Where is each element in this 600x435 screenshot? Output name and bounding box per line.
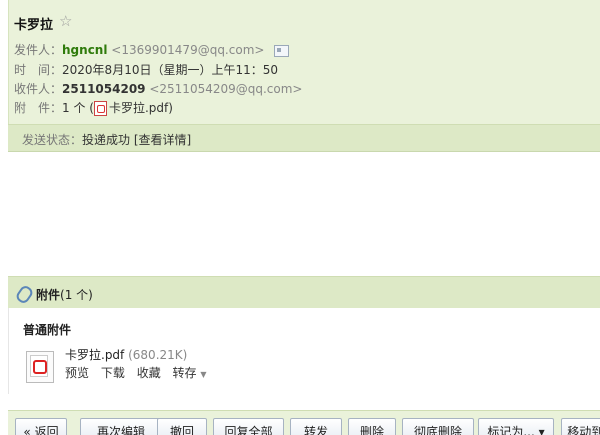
to-row: 收件人：2511054209 <2511054209@qq.com> xyxy=(14,80,302,97)
edit-again-button[interactable]: 再次编辑 xyxy=(80,418,162,435)
save-to-link[interactable]: 转存 ▼ xyxy=(173,366,207,380)
preview-link[interactable]: 预览 xyxy=(65,366,89,380)
attachment-count: 1 个 ( xyxy=(62,101,94,115)
attachment-actions: 预览 下载 收藏 转存 ▼ xyxy=(65,364,215,381)
recipient-name[interactable]: 2511054209 xyxy=(62,82,146,96)
attachment-group-label: 普通附件 xyxy=(23,323,72,337)
pdf-icon xyxy=(93,101,107,116)
from-label: 发件人： xyxy=(14,43,63,57)
sender-email[interactable]: <1369901479@qq.com> xyxy=(111,43,264,57)
sender-name[interactable]: hgncnl xyxy=(62,43,107,57)
recall-button[interactable]: 撤回 xyxy=(157,418,207,435)
from-row: 发件人：hgncnl <1369901479@qq.com> xyxy=(14,41,290,58)
paperclip-icon xyxy=(14,283,35,306)
forward-button[interactable]: 转发 xyxy=(290,418,342,435)
to-label: 收件人： xyxy=(14,82,63,96)
attachment-file: 卡罗拉.pdf (680.21K) xyxy=(65,346,187,363)
attachments-body: 普通附件 卡罗拉.pdf (680.21K) 预览 下载 收藏 转存 ▼ xyxy=(8,308,600,394)
contact-card-icon[interactable] xyxy=(274,44,290,57)
send-status-value: 投递成功 xyxy=(82,133,131,147)
delete-permanently-button[interactable]: 彻底删除 xyxy=(402,418,474,435)
back-button[interactable]: « 返回 xyxy=(15,418,67,435)
view-details-link[interactable]: [查看详情] xyxy=(134,133,191,147)
send-status-bar: 发送状态：投递成功 [查看详情] xyxy=(8,124,600,152)
attachment-label: 附 件： xyxy=(14,101,63,115)
mark-as-dropdown[interactable]: 标记为... ▾ xyxy=(478,418,554,435)
attachment-link[interactable]: 卡罗拉.pdf xyxy=(109,101,168,115)
star-icon[interactable]: ☆ xyxy=(59,12,72,30)
action-toolbar: « 返回 再次编辑 撤回 回复全部 转发 删除 彻底删除 标记为... ▾ 移动… xyxy=(8,410,600,435)
pdf-file-icon[interactable] xyxy=(26,351,54,383)
time-row: 时 间：2020年8月10日（星期一）上午11：50 xyxy=(14,61,278,78)
time-value: 2020年8月10日（星期一）上午11：50 xyxy=(62,63,278,77)
save-to-label: 转存 xyxy=(172,366,197,380)
attachments-title: 附件(1 个) xyxy=(36,286,93,303)
send-status-label: 发送状态： xyxy=(22,133,83,147)
time-label: 时 间： xyxy=(14,63,63,77)
attachments-title-text: 附件 xyxy=(36,288,61,302)
attachment-row: 附 件：1 个 ( 卡罗拉.pdf) xyxy=(14,99,173,116)
move-to-dropdown[interactable]: 移动到... xyxy=(561,418,600,435)
collect-link[interactable]: 收藏 xyxy=(137,366,161,380)
delete-button[interactable]: 删除 xyxy=(348,418,396,435)
attachment-size: (680.21K) xyxy=(128,348,188,362)
send-status: 发送状态：投递成功 [查看详情] xyxy=(22,131,191,148)
reply-all-button[interactable]: 回复全部 xyxy=(213,418,284,435)
attachments-count: (1 个) xyxy=(60,288,93,302)
chevron-down-icon: ▼ xyxy=(200,370,207,379)
recipient-email[interactable]: <2511054209@qq.com> xyxy=(149,82,302,96)
attachment-close-paren: ) xyxy=(168,101,173,115)
attachment-filename[interactable]: 卡罗拉.pdf xyxy=(65,348,124,362)
attachments-header: 附件(1 个) xyxy=(8,276,600,309)
download-link[interactable]: 下载 xyxy=(101,366,125,380)
mail-subject: 卡罗拉 xyxy=(14,18,54,33)
